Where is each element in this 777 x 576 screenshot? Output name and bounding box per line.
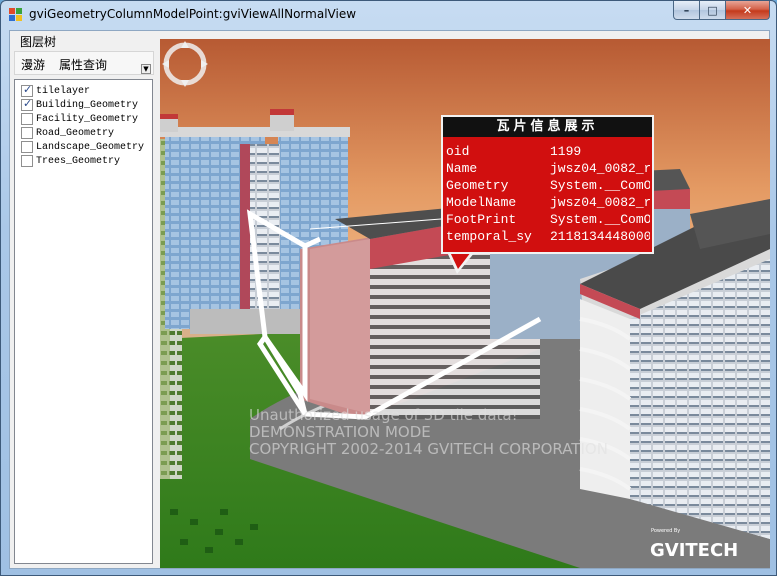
popup-key: FootPrint bbox=[446, 212, 517, 227]
popup-value: jwsz04_0082_r bbox=[550, 195, 650, 210]
tab-attribute-query[interactable]: 属性查询 bbox=[59, 56, 107, 73]
tree-item-facility-geometry[interactable]: Facility_Geometry bbox=[21, 112, 138, 126]
popup-value: jwsz04_0082_r bbox=[550, 161, 650, 176]
tree-item-tilelayer[interactable]: ✓ tilelayer bbox=[21, 83, 91, 98]
layer-label: Facility_Geometry bbox=[36, 113, 139, 125]
client-area: 图层树 漫游 属性查询 ▼ ✓ tilelayer ✓ Building_Geo… bbox=[9, 30, 770, 569]
layer-checkbox[interactable]: ✓ bbox=[21, 97, 33, 111]
watermark-line: Unauthorized usage of 3D tile data! bbox=[249, 406, 518, 424]
app-icon bbox=[9, 8, 23, 22]
tree-item-landscape-geometry[interactable]: Landscape_Geometry bbox=[21, 140, 144, 154]
3d-viewport[interactable]: 瓦片信息展示 oid 1199 Name jwsz04_0082_r Geome… bbox=[160, 39, 770, 568]
logo-caption: Powered By bbox=[651, 528, 681, 534]
popup-key: temporal_sy bbox=[446, 229, 532, 244]
layer-label: Landscape_Geometry bbox=[36, 141, 145, 153]
popup-row: FootPrint System.__ComO bbox=[446, 212, 651, 229]
chevron-down-icon[interactable]: ▼ bbox=[141, 64, 151, 74]
popup-key: ModelName bbox=[446, 195, 517, 210]
popup-row: Name jwsz04_0082_r bbox=[446, 161, 651, 178]
app-window: gviGeometryColumnModelPoint:gviViewAllNo… bbox=[0, 0, 777, 576]
popup-row: oid 1199 bbox=[446, 144, 651, 161]
layer-checkbox[interactable] bbox=[21, 141, 33, 153]
layer-label: Trees_Geometry bbox=[36, 155, 121, 167]
tree-item-building-geometry[interactable]: ✓ Building_Geometry bbox=[21, 97, 139, 112]
tab-strip: 漫游 属性查询 ▼ bbox=[14, 51, 154, 75]
popup-row: temporal_sy 2118134448000 bbox=[446, 229, 651, 246]
layer-checkbox[interactable] bbox=[21, 155, 33, 167]
layer-checkbox[interactable]: ✓ bbox=[21, 83, 33, 97]
layer-tree-header: 图层树 bbox=[20, 35, 57, 49]
maximize-button[interactable]: □ bbox=[700, 1, 726, 20]
minimize-button[interactable]: – bbox=[673, 1, 700, 20]
tab-roam[interactable]: 漫游 bbox=[21, 56, 45, 73]
tree-item-road-geometry[interactable]: Road_Geometry bbox=[21, 126, 114, 140]
window-title: gviGeometryColumnModelPoint:gviViewAllNo… bbox=[29, 7, 357, 21]
close-button[interactable]: ✕ bbox=[726, 1, 770, 20]
layer-label: Road_Geometry bbox=[36, 127, 115, 139]
popup-value: System.__ComO bbox=[550, 212, 650, 227]
layer-label: Building_Geometry bbox=[36, 99, 139, 111]
layer-checkbox[interactable] bbox=[21, 113, 33, 125]
popup-key: Name bbox=[446, 161, 478, 176]
layer-label: tilelayer bbox=[36, 85, 91, 97]
popup-value: 2118134448000 bbox=[550, 229, 650, 244]
layer-checkbox[interactable] bbox=[21, 127, 33, 139]
popup-value: 1199 bbox=[550, 144, 582, 159]
popup-value: System.__ComO bbox=[550, 178, 650, 193]
watermark-line: COPYRIGHT 2002-2014 GVITECH CORPORATION bbox=[249, 440, 608, 458]
check-icon: ✓ bbox=[23, 83, 33, 96]
check-icon: ✓ bbox=[23, 97, 33, 110]
popup-title: 瓦片信息展示 bbox=[443, 117, 652, 137]
tree-item-trees-geometry[interactable]: Trees_Geometry bbox=[21, 154, 120, 168]
title-bar[interactable]: gviGeometryColumnModelPoint:gviViewAllNo… bbox=[1, 1, 776, 29]
compass-icon[interactable] bbox=[160, 39, 210, 89]
demo-watermark: Unauthorized usage of 3D tile data! DEMO… bbox=[249, 407, 608, 458]
watermark-line: DEMONSTRATION MODE bbox=[249, 423, 431, 441]
popup-key: Geometry bbox=[446, 178, 509, 193]
popup-key: oid bbox=[446, 144, 470, 159]
popup-row: Geometry System.__ComO bbox=[446, 178, 651, 195]
gvitech-logo: GVITECH bbox=[650, 540, 739, 561]
tile-info-popup: 瓦片信息展示 oid 1199 Name jwsz04_0082_r Geome… bbox=[441, 115, 654, 254]
popup-pointer-fill bbox=[450, 252, 471, 269]
layer-tree[interactable]: ✓ tilelayer ✓ Building_Geometry Facility… bbox=[14, 79, 153, 564]
popup-row: ModelName jwsz04_0082_r bbox=[446, 195, 651, 212]
